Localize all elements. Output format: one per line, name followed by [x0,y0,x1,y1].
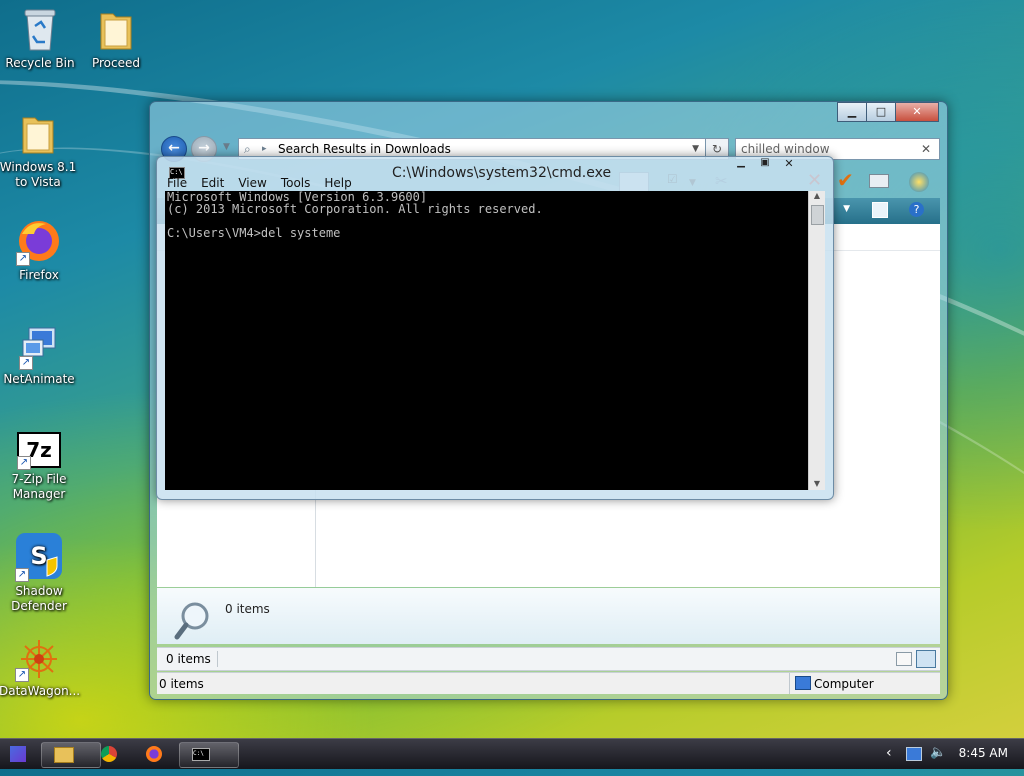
taskbar-cmd[interactable]: C:\ [179,742,239,768]
desktop-icon-7zip[interactable]: 7z ↗ 7-Zip File Manager [0,432,79,502]
network-computer-icon: ↗ [19,326,59,370]
menu-tools[interactable]: Tools [281,176,311,190]
scroll-down-icon[interactable]: ▼ [809,479,825,488]
shadow-defender-icon: S ↗ [15,532,63,582]
help-icon[interactable]: ? [909,202,924,217]
taskbar: C:\ ‹ 🔈 8:45 AM [0,738,1024,769]
cmd-title: C:\Windows\system32\cmd.exe [392,165,612,181]
desktop-icon-firefox[interactable]: ↗ Firefox [0,218,79,283]
cmd-window[interactable]: C:\ C:\Windows\system32\cmd.exe ▁ ▣ ✕ Fi… [156,156,834,500]
cmd-close-button[interactable]: ✕ [777,157,801,171]
console-scrollbar[interactable]: ▲ ▼ [808,191,825,490]
desktop-icon-label: Firefox [19,268,59,282]
divider [789,673,790,694]
details-items-count: 0 items [225,602,270,616]
desktop-icon-datawagon[interactable]: ↗ DataWagon... [0,638,81,699]
network-globe-icon[interactable] [909,172,929,192]
properties-icon[interactable] [869,174,889,188]
maximize-button[interactable]: □ [866,102,896,122]
shortcut-arrow-icon: ↗ [15,668,29,682]
volume-muted-icon[interactable]: 🔈 [930,745,946,760]
console-prompt-line: C:\Users\VM4>del systeme [167,226,341,240]
magnifier-icon [174,602,209,640]
desktop-icon-recycle-bin[interactable]: Recycle Bin [0,8,80,71]
taskbar-explorer[interactable] [41,742,101,768]
large-icons-view-icon[interactable] [916,650,936,668]
cmd-minimize-button[interactable]: ▁ [729,157,753,171]
close-button[interactable]: ✕ [895,102,939,122]
menu-file[interactable]: File [167,176,187,190]
details-pane: 0 items [157,588,940,644]
desktop-icon-proceed[interactable]: Proceed [76,8,156,71]
taskbar-clock[interactable]: 8:45 AM [959,746,1008,760]
shortcut-arrow-icon: ↗ [15,568,29,582]
start-button[interactable] [10,746,26,762]
desktop-icon-label: 7-Zip File Manager [11,472,67,501]
computer-icon [795,676,811,690]
firefox-icon: ↗ [16,218,62,266]
desktop-icon-windows-81-to-vista[interactable]: Windows 8.1 to Vista [0,112,78,190]
datawagon-icon: ↗ [15,638,63,682]
explorer-window-controls: ▁ □ ✕ [837,102,939,122]
cmd-menu-bar: File Edit View Tools Help [167,176,352,190]
menu-help[interactable]: Help [324,176,351,190]
desktop-icon-label: Shadow Defender [11,584,67,613]
scroll-thumb[interactable] [811,205,824,225]
shortcut-arrow-icon: ↗ [19,356,33,370]
desktop-icon-label: Windows 8.1 to Vista [0,160,77,189]
status-bar: 0 items Computer [157,672,940,694]
status-location: Computer [814,677,874,691]
details-status-bar: 0 items [157,647,940,671]
desktop-icon-label: DataWagon... [0,684,81,698]
recent-pages-chevron-icon[interactable]: ▼ [223,142,230,152]
desktop-icon-label: Recycle Bin [5,56,75,70]
divider [217,651,218,667]
menu-view[interactable]: View [238,176,266,190]
preview-pane-icon[interactable] [872,202,888,218]
minimize-button[interactable]: ▁ [837,102,867,122]
folder-icon [98,8,134,52]
cmd-icon: C:\ [192,748,210,761]
folder-icon [54,747,74,763]
menu-edit[interactable]: Edit [201,176,224,190]
checkmark-icon[interactable]: ✔ [837,168,854,192]
svg-text:S: S [30,542,47,570]
console-output[interactable]: Microsoft Windows [Version 6.3.9600] (c) … [165,191,810,490]
status-items-count: 0 items [159,677,204,691]
shortcut-arrow-icon: ↗ [17,456,31,470]
cmd-window-controls: ▁ ▣ ✕ [729,157,801,171]
firefox-icon[interactable] [146,746,162,762]
network-icon[interactable] [906,747,922,761]
desktop-icon-netanimate[interactable]: ↗ NetAnimate [0,326,79,387]
details-view-icon[interactable] [896,652,912,666]
folder-icon [20,112,56,156]
show-hidden-icons-chevron-icon[interactable]: ‹ [886,745,892,761]
items-count-label: 0 items [166,652,211,666]
desktop-icon-label: Proceed [91,56,141,70]
views-dropdown-icon[interactable]: ▼ [843,204,850,214]
desktop-icon-shadow-defender[interactable]: S ↗ Shadow Defender [0,532,79,614]
recycle-bin-icon [23,8,57,52]
shortcut-arrow-icon: ↗ [16,252,30,266]
chrome-icon[interactable] [101,746,117,762]
clear-search-icon[interactable]: ✕ [921,139,931,159]
console-line: (c) 2013 Microsoft Corporation. All righ… [167,202,543,216]
desktop-icon-label: NetAnimate [3,372,75,386]
cmd-maximize-button[interactable]: ▣ [753,157,777,171]
scroll-up-icon[interactable]: ▲ [809,191,825,200]
7zip-icon: 7z ↗ [17,432,61,470]
